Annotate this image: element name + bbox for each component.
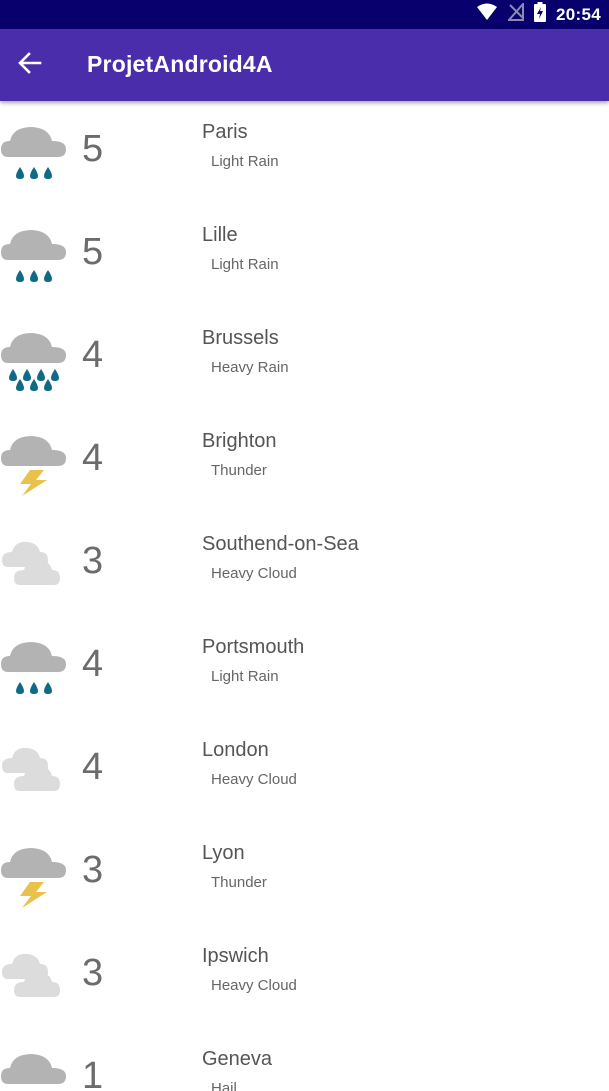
heavy-cloud-icon [0, 739, 70, 803]
list-item[interactable]: 1 Geneva Hail [0, 1028, 609, 1091]
weather-condition: Light Rain [211, 256, 279, 273]
heavy-cloud-icon [0, 945, 70, 1009]
rating-value: 3 [82, 849, 104, 891]
app-title: ProjetAndroid4A [87, 51, 273, 77]
rating-value: 3 [82, 952, 104, 994]
weather-condition: Light Rain [211, 153, 279, 170]
city-name: Portsmouth [202, 636, 305, 658]
rating-value: 1 [82, 1055, 104, 1091]
light-rain-icon [0, 121, 70, 185]
list-item[interactable]: 3 Ipswich Heavy Cloud [0, 925, 609, 1028]
weather-condition: Heavy Rain [211, 359, 289, 376]
light-rain-icon [0, 636, 70, 700]
no-signal-icon [506, 1, 525, 26]
arrow-left-icon [18, 51, 42, 79]
city-name: Southend-on-Sea [202, 533, 359, 555]
rating-value: 4 [82, 643, 104, 685]
weather-condition: Thunder [211, 874, 267, 891]
rating-value: 3 [82, 540, 104, 582]
city-name: Ipswich [202, 945, 269, 967]
weather-condition: Heavy Cloud [211, 565, 297, 582]
list-item[interactable]: 3 Southend-on-Sea Heavy Cloud [0, 513, 609, 616]
city-name: Brighton [202, 430, 277, 452]
rating-value: 4 [82, 334, 104, 376]
heavy-rain-icon [0, 327, 70, 391]
city-name: London [202, 739, 269, 761]
list-item[interactable]: 4 London Heavy Cloud [0, 719, 609, 822]
city-name: Brussels [202, 327, 279, 349]
status-bar: 20:54 [0, 0, 609, 29]
weather-condition: Hail [211, 1080, 237, 1091]
city-name: Lille [202, 224, 238, 246]
list-item[interactable]: 4 Brighton Thunder [0, 410, 609, 513]
weather-condition: Heavy Cloud [211, 771, 297, 788]
list-item[interactable]: 5 Lille Light Rain [0, 204, 609, 307]
city-name: Paris [202, 121, 248, 143]
light-rain-icon [0, 224, 70, 288]
rating-value: 5 [82, 231, 104, 273]
status-icons: 20:54 [476, 0, 601, 29]
hail-icon [0, 1048, 70, 1091]
back-button[interactable] [14, 51, 46, 79]
weather-condition: Thunder [211, 462, 267, 479]
status-time: 20:54 [556, 4, 601, 24]
rating-value: 4 [82, 746, 104, 788]
list-item[interactable]: 4 Brussels Heavy Rain [0, 307, 609, 410]
wifi-icon [476, 3, 498, 26]
thunder-icon [0, 842, 70, 908]
weather-condition: Heavy Cloud [211, 977, 297, 994]
thunder-icon [0, 430, 70, 496]
list-item[interactable]: 3 Lyon Thunder [0, 822, 609, 925]
city-name: Lyon [202, 842, 245, 864]
heavy-cloud-icon [0, 533, 70, 597]
battery-charging-icon [534, 2, 547, 27]
list-item[interactable]: 4 Portsmouth Light Rain [0, 616, 609, 719]
rating-value: 5 [82, 128, 104, 170]
weather-condition: Light Rain [211, 668, 279, 685]
rating-value: 4 [82, 437, 104, 479]
weather-list[interactable]: 5 Paris Light Rain 5 Lille Light Rain 4 Brussel… [0, 101, 609, 1091]
city-name: Geneva [202, 1048, 273, 1070]
list-item[interactable]: 5 Paris Light Rain [0, 101, 609, 204]
app-bar: ProjetAndroid4A [0, 29, 609, 101]
